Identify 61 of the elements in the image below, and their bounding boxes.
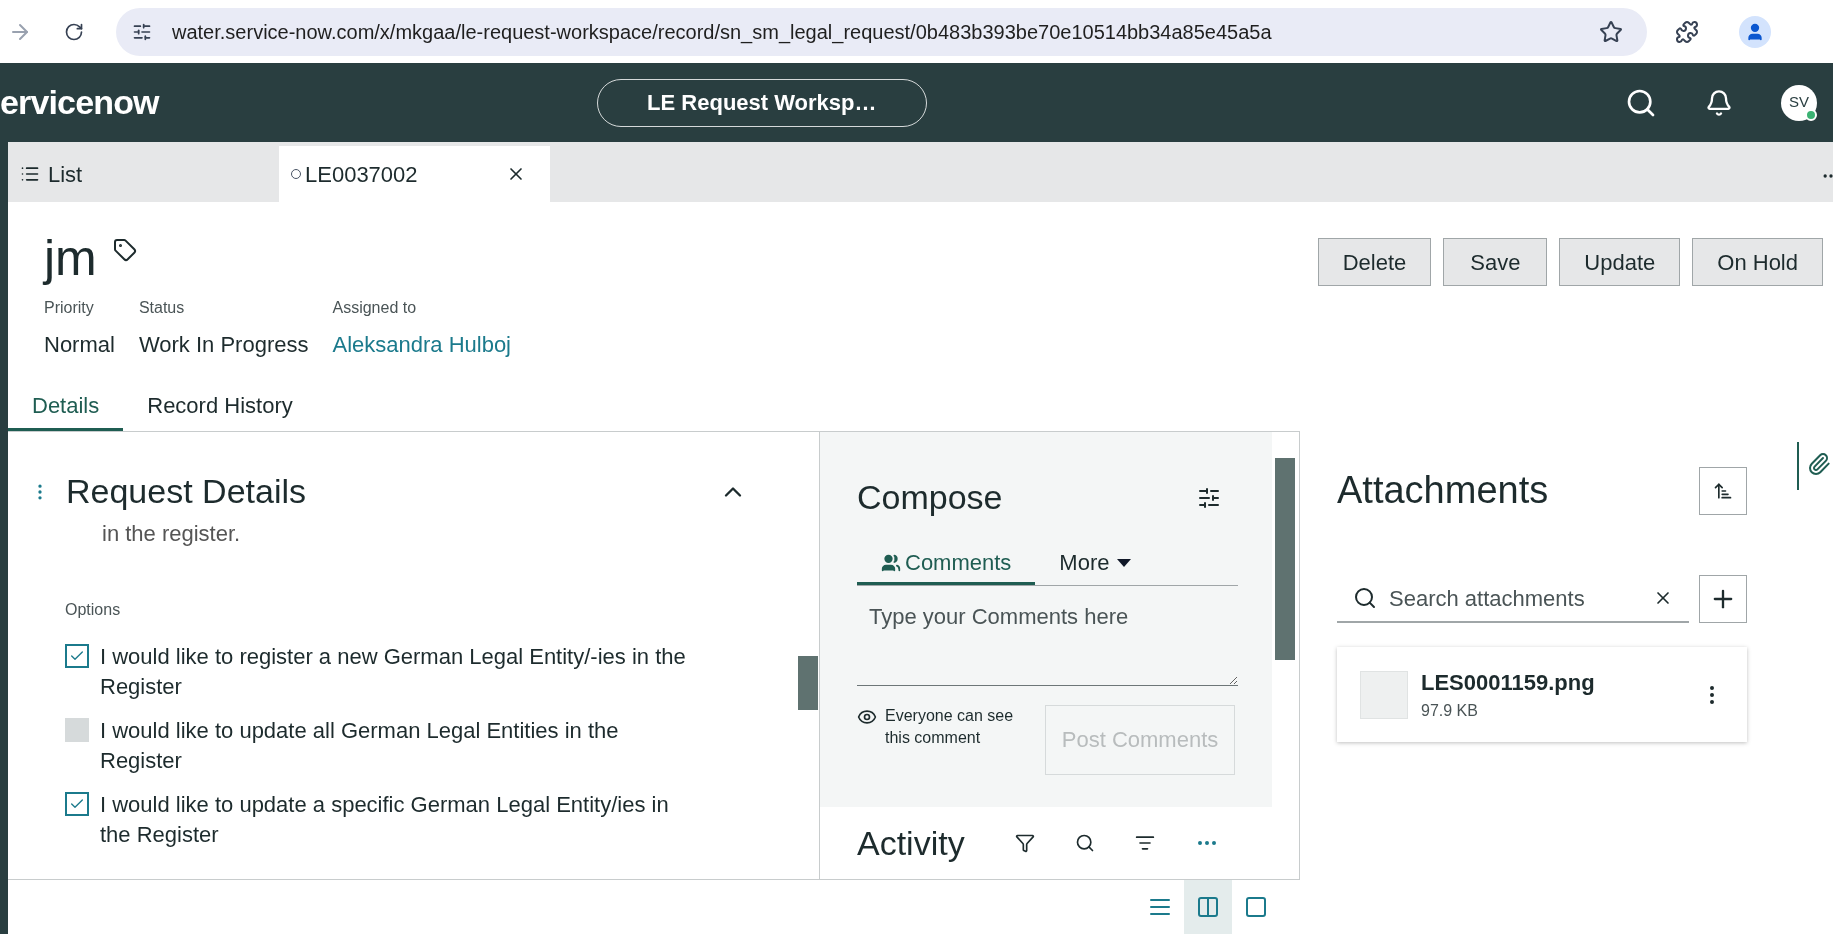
search-icon [1353,586,1377,610]
tag-icon[interactable] [112,238,137,262]
section-title: Request Details [66,471,306,512]
sort-button[interactable] [1699,466,1747,515]
list-icon [20,164,40,184]
compose-tab[interactable]: Comments [857,543,1036,585]
attachments-title: Attachments [1337,468,1549,513]
compose-tab[interactable]: More [1035,543,1156,585]
field-label: Priority [44,298,95,318]
profile-avatar[interactable] [1739,15,1771,48]
split-view-icon [1196,895,1220,919]
action-button[interactable]: On Hold [1692,238,1823,286]
visibility-icon [857,707,877,727]
description-text: in the register. [102,520,242,548]
option-label: I would like to register a new German Legal Entity/-ies in the Register [100,643,687,701]
add-attachment-button[interactable] [1699,575,1747,623]
address-bar[interactable]: water.service-now.com/x/mkgaa/le-request-workspace/record/sn_sm_legal_request/0b483b393be70e10514bb34a85e45a5a [116,7,1647,56]
field-value: Work In Progress [138,331,309,359]
single-view-icon [1244,895,1268,919]
reload-icon[interactable] [64,21,84,42]
action-button[interactable]: Save [1443,238,1548,286]
option-checkbox[interactable] [65,644,89,668]
notification-bell-icon[interactable] [1705,88,1733,117]
site-settings-icon[interactable] [132,21,152,42]
extensions-icon[interactable] [1675,19,1699,44]
file-name: LES0001159.png [1421,669,1595,697]
option-checkbox[interactable] [65,792,89,816]
option-label: I would like to update a specific German Legal Entity/ies in the Register [100,791,670,849]
detail-tab[interactable]: Record History [123,383,317,431]
paperclip-icon[interactable] [1807,452,1831,476]
filter-icon[interactable] [1014,833,1035,853]
field-label: Status [138,298,186,318]
comment-field[interactable]: Type your Comments here [857,586,1238,686]
visibility-note: Everyone can see this comment [885,706,1015,748]
url-text: water.service-now.com/x/mkgaa/le-request-workspace/record/sn_sm_legal_request/0b483b393be70e10514bb34a85e45a5a [172,19,1272,46]
compose-title: Compose [857,477,1003,518]
user-avatar[interactable]: SV [1781,84,1817,121]
view-toggle-button[interactable] [1184,880,1232,934]
options-label: Options [65,600,122,620]
attachment-search-field[interactable]: Search attachments [1389,581,1653,615]
field-value: Normal [44,331,115,359]
logo[interactable]: ervicenow [0,77,159,128]
attachment-card[interactable]: LES0001159.png 97.9 KB [1337,647,1747,742]
search-icon[interactable] [1074,833,1095,853]
record-tab[interactable]: LE0037002 [279,146,550,202]
filter-settings-icon[interactable] [1197,485,1221,510]
caret-icon [1117,558,1132,567]
file-size: 97.9 KB [1421,701,1479,721]
record-tab[interactable]: List [8,146,279,202]
detail-tab[interactable]: Details [8,383,124,431]
action-button[interactable]: Delete [1317,238,1432,286]
sort-icon[interactable] [1134,833,1155,853]
record-title: jm [44,230,97,286]
bookmark-star-icon[interactable] [1599,19,1623,44]
assignee-link[interactable]: Aleksandra Hulboj [332,328,511,361]
action-button[interactable]: Update [1559,238,1681,286]
thumbnail-placeholder [1360,670,1408,719]
people-icon [881,552,901,573]
option-label: I would like to update all German Legal Entities in the Register [100,717,620,775]
field-label: Assigned to [332,298,418,318]
activity-title: Activity [857,822,965,864]
